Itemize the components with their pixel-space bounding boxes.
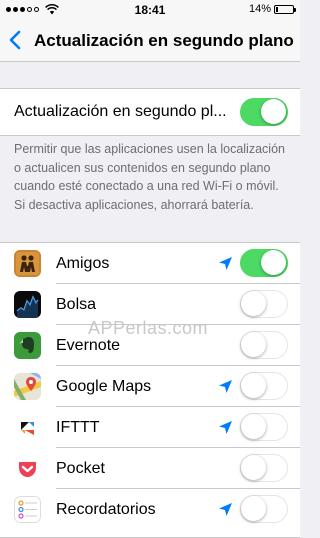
location-arrow-icon (219, 421, 232, 434)
location-arrow-icon (219, 503, 232, 516)
toggle-evernote[interactable] (240, 331, 288, 359)
toggle-knob (261, 250, 286, 275)
toggle-knob (241, 332, 266, 357)
location-arrow-icon (219, 380, 232, 393)
app-row-pocket: Pocket (0, 448, 300, 489)
background-refresh-label: Actualización en segundo pl... (14, 103, 227, 120)
find-friends-icon (14, 250, 41, 277)
google-maps-icon (14, 373, 41, 400)
app-name-bolsa: Bolsa (56, 296, 97, 313)
background-refresh-row: Actualización en segundo pl... (0, 88, 300, 136)
back-chevron-icon[interactable] (6, 29, 26, 51)
background-refresh-toggle[interactable] (240, 98, 288, 126)
battery-percent: 14% (248, 3, 271, 15)
footer-description: Permitir que las aplicaciones usen la lo… (14, 142, 285, 212)
app-name-evernote: Evernote (56, 337, 121, 354)
toggle-knob (261, 99, 286, 124)
toggle-amigos[interactable] (240, 249, 288, 277)
app-name-pocket: Pocket (56, 460, 105, 477)
pocket-icon (14, 455, 41, 482)
ifttt-icon (14, 414, 41, 441)
stocks-icon (14, 291, 41, 318)
toggle-recordatorios[interactable] (240, 495, 288, 523)
app-name-amigos: Amigos (56, 255, 110, 272)
evernote-icon (14, 332, 41, 359)
app-name-recordatorios: Recordatorios (56, 501, 156, 518)
reminders-icon (14, 496, 41, 523)
status-bar: 18:41 14% (0, 0, 300, 20)
toggle-knob (241, 414, 266, 439)
watermark: APPerlas.com (88, 318, 209, 338)
app-name-google-maps: Google Maps (56, 378, 152, 395)
toggle-pocket[interactable] (240, 454, 288, 482)
apps-list: Amigos Bolsa Evernote Google Maps IFTTT … (0, 242, 300, 538)
navigation-bar: Actualización en segundo plano (0, 20, 300, 62)
toggle-ifttt[interactable] (240, 413, 288, 441)
toggle-knob (241, 496, 266, 521)
app-row-google-maps: Google Maps (0, 366, 300, 407)
app-name-ifttt: IFTTT (56, 419, 100, 436)
app-row-recordatorios: Recordatorios (0, 489, 300, 530)
page-title: Actualización en segundo plano (34, 31, 294, 50)
toggle-knob (241, 455, 266, 480)
toggle-google-maps[interactable] (240, 372, 288, 400)
toggle-bolsa[interactable] (240, 290, 288, 318)
toggle-knob (241, 373, 266, 398)
app-row-ifttt: IFTTT (0, 407, 300, 448)
app-row-amigos: Amigos (0, 243, 300, 284)
location-arrow-icon (219, 257, 232, 270)
toggle-knob (241, 291, 266, 316)
battery-icon (274, 4, 296, 14)
